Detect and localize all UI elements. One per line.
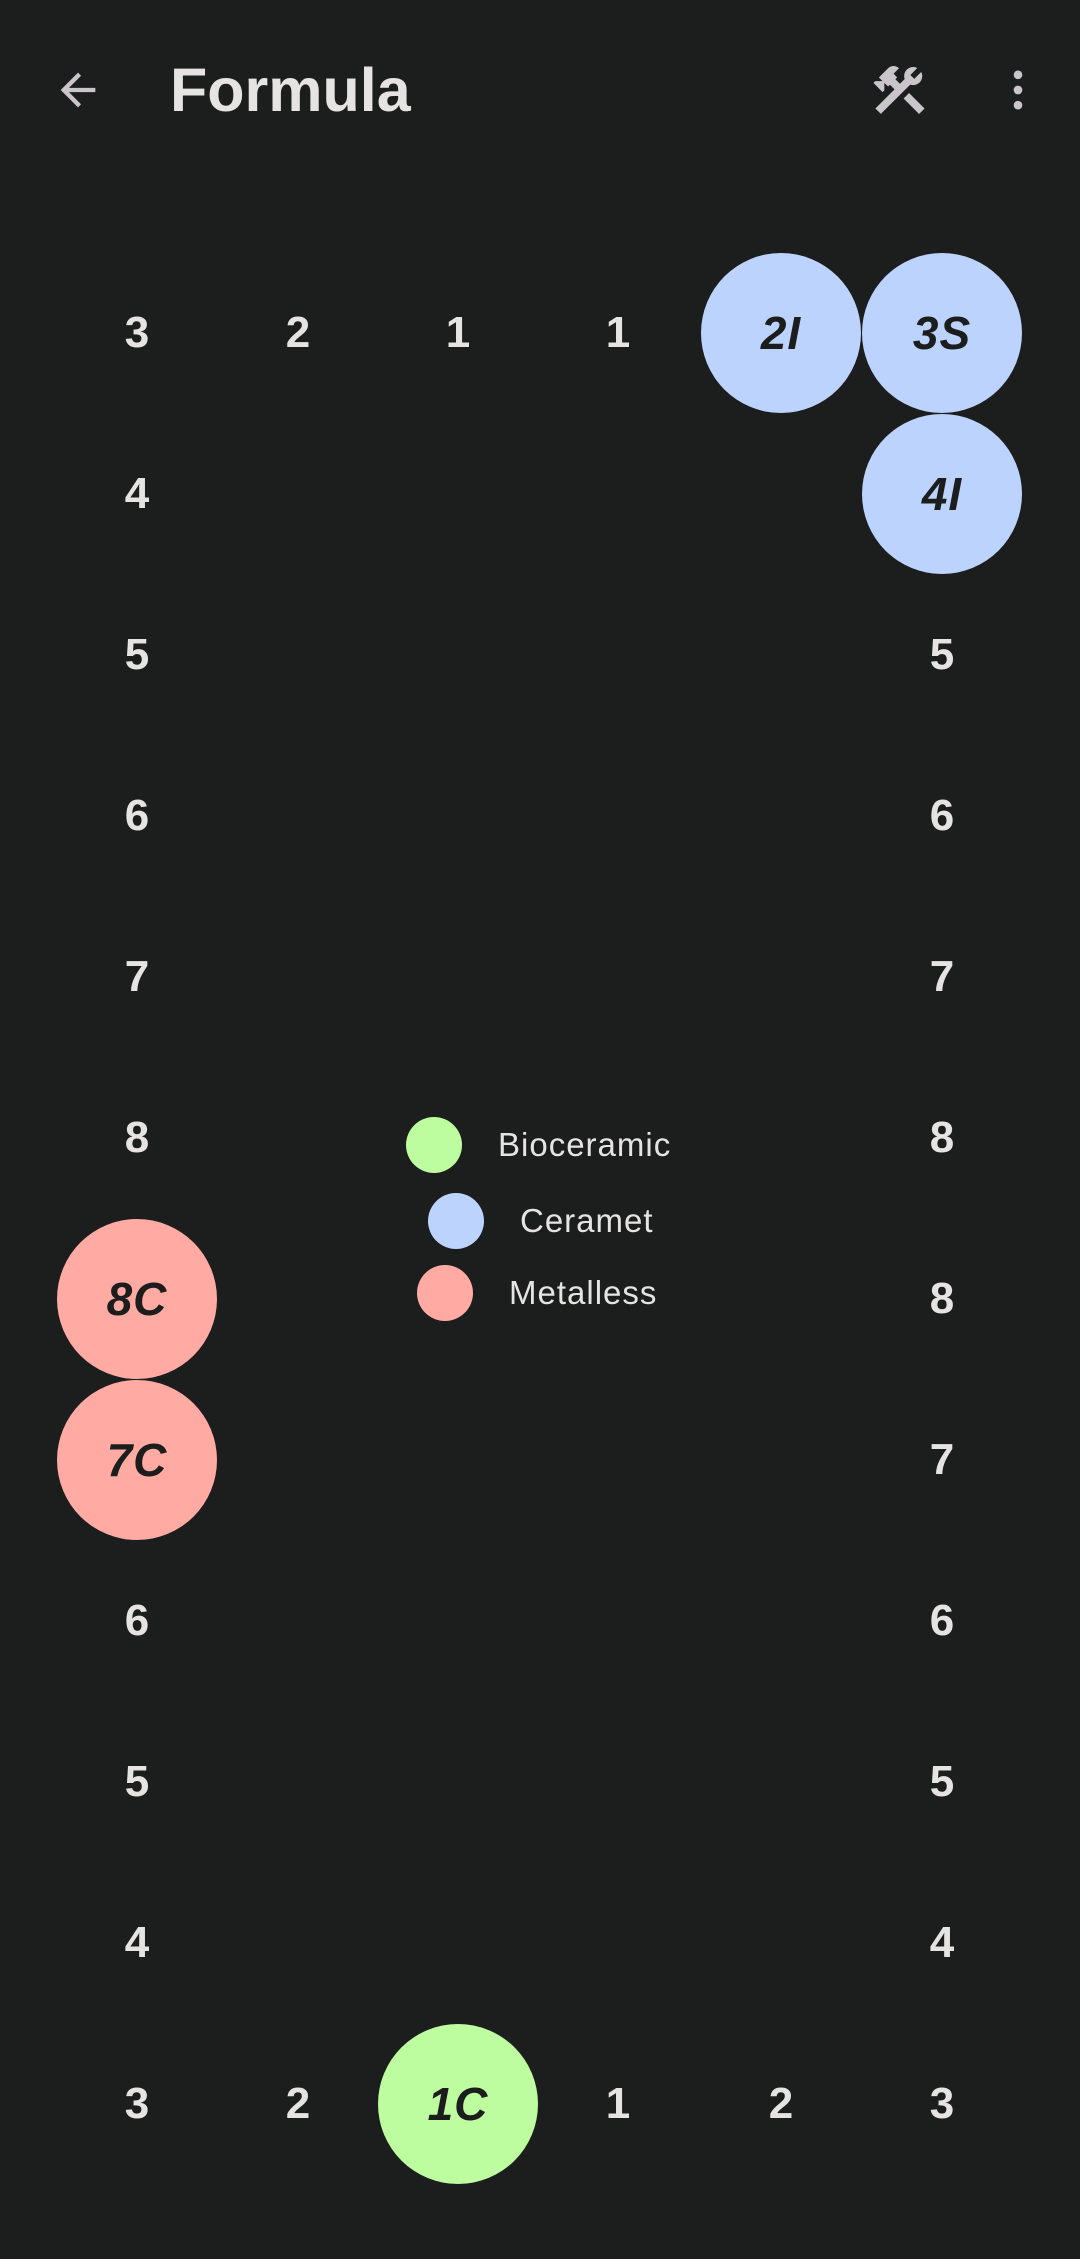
tooth-lower-left-4[interactable]: 4 xyxy=(862,1863,1022,2023)
legend-item-metalless: Metalless xyxy=(417,1263,657,1323)
bioceramic-swatch xyxy=(406,1117,462,1173)
tooth-lower-left-7[interactable]: 7 xyxy=(862,1380,1022,1540)
tooth-upper-right-2[interactable]: 2 xyxy=(218,253,378,413)
tooth-lower-right-4[interactable]: 4 xyxy=(57,1863,217,2023)
tooth-upper-left-8[interactable]: 8 xyxy=(862,1058,1022,1218)
tooth-lower-left-2[interactable]: 2 xyxy=(701,2024,861,2184)
tooth-lower-right-1-bioceramic[interactable]: 1C xyxy=(378,2024,538,2184)
tooth-lower-right-6[interactable]: 6 xyxy=(57,1541,217,1701)
tooth-lower-left-6[interactable]: 6 xyxy=(862,1541,1022,1701)
page-title: Formula xyxy=(170,56,411,124)
more-options-button[interactable] xyxy=(970,42,1066,138)
tooth-upper-left-1[interactable]: 1 xyxy=(538,253,698,413)
tooth-lower-left-3[interactable]: 3 xyxy=(862,2024,1022,2184)
tooth-lower-right-5[interactable]: 5 xyxy=(57,1702,217,1862)
tooth-upper-left-3-cermet[interactable]: 3S xyxy=(862,253,1022,413)
ceramet-swatch xyxy=(428,1193,484,1249)
tooth-lower-right-2[interactable]: 2 xyxy=(218,2024,378,2184)
tooth-upper-left-2-cermet[interactable]: 2I xyxy=(701,253,861,413)
tooth-lower-right-7-metalless[interactable]: 7C xyxy=(57,1380,217,1540)
tooth-upper-right-7[interactable]: 7 xyxy=(57,897,217,1057)
tooth-lower-left-1[interactable]: 1 xyxy=(538,2024,698,2184)
tooth-upper-left-6[interactable]: 6 xyxy=(862,736,1022,896)
tooth-upper-left-5[interactable]: 5 xyxy=(862,575,1022,735)
arrow-left-icon xyxy=(60,72,96,108)
tooth-upper-right-5[interactable]: 5 xyxy=(57,575,217,735)
more-vertical-icon xyxy=(1013,70,1023,110)
tooth-upper-left-7[interactable]: 7 xyxy=(862,897,1022,1057)
hammer-wrench-icon xyxy=(873,65,925,115)
metalless-swatch xyxy=(417,1265,473,1321)
app-bar: Formula xyxy=(0,0,1080,180)
tooth-upper-right-1[interactable]: 1 xyxy=(378,253,538,413)
tooth-upper-right-8[interactable]: 8 xyxy=(57,1058,217,1218)
tooth-upper-right-4[interactable]: 4 xyxy=(57,414,217,574)
legend-item-ceramet: Ceramet xyxy=(428,1191,654,1251)
tooth-lower-right-8-metalless[interactable]: 8C xyxy=(57,1219,217,1379)
legend-item-bioceramic: Bioceramic xyxy=(406,1115,671,1175)
legend-label: Ceramet xyxy=(520,1202,654,1239)
tooth-lower-left-5[interactable]: 5 xyxy=(862,1702,1022,1862)
tooth-lower-left-8[interactable]: 8 xyxy=(862,1219,1022,1379)
legend-label: Metalless xyxy=(509,1274,658,1311)
tooth-lower-right-3[interactable]: 3 xyxy=(57,2024,217,2184)
back-button[interactable] xyxy=(30,42,126,138)
tooth-upper-right-6[interactable]: 6 xyxy=(57,736,217,896)
legend-label: Bioceramic xyxy=(498,1126,672,1163)
tooth-upper-right-3[interactable]: 3 xyxy=(57,253,217,413)
tooth-upper-left-4-cermet[interactable]: 4I xyxy=(862,414,1022,574)
tools-button[interactable] xyxy=(851,42,947,138)
